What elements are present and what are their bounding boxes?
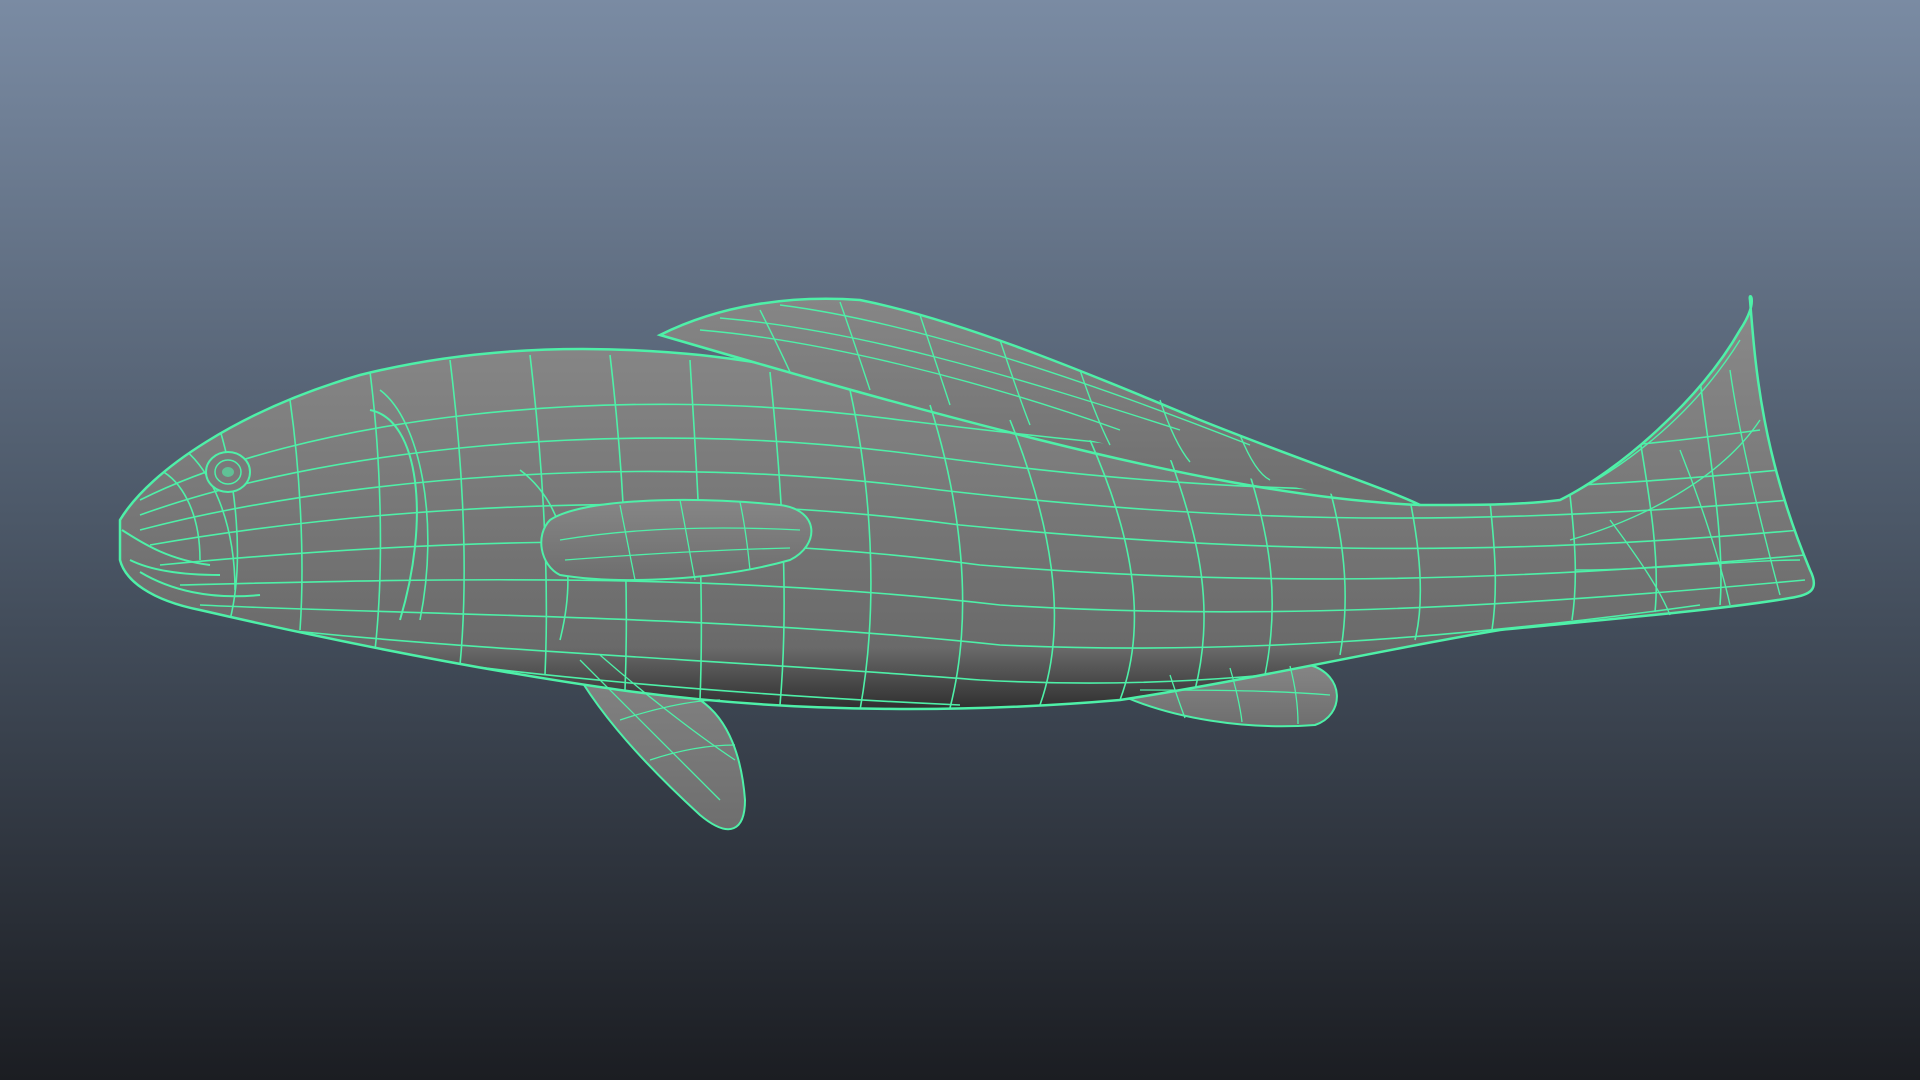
3d-viewport[interactable] bbox=[0, 0, 1920, 1080]
viewport-canvas[interactable] bbox=[0, 0, 1920, 1080]
eye[interactable] bbox=[205, 451, 251, 493]
